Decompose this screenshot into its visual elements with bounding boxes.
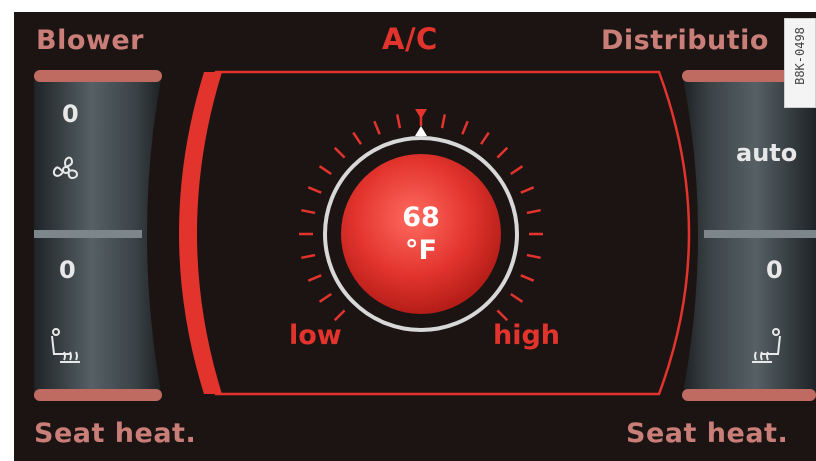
scale-tick: [510, 292, 524, 303]
scale-tick: [395, 114, 402, 129]
high-label: high: [493, 320, 561, 351]
scale-tick: [318, 292, 332, 303]
scale-tick: [307, 274, 322, 282]
scale-tick: [510, 165, 524, 176]
temperature-pointer: [415, 126, 427, 136]
scale-tick: [479, 131, 490, 145]
temperature-set-marker: [415, 109, 427, 119]
temperature-unit: °F: [405, 235, 437, 266]
scale-tick: [333, 309, 346, 322]
temperature-value: 68: [402, 202, 440, 233]
image-reference-tag: B8K-0498: [784, 18, 816, 108]
scale-tick: [526, 208, 541, 215]
seat-heat-left-value: 0: [59, 256, 76, 284]
climate-control-screen: Blower A/C Distributio Seat heat. Seat h…: [14, 12, 816, 461]
blower-value: 0: [62, 100, 79, 128]
scale-tick: [520, 274, 535, 282]
scale-tick: [496, 309, 509, 322]
scale-tick: [461, 120, 469, 135]
seat-heat-right-value: 0: [766, 256, 783, 284]
scale-tick: [520, 186, 535, 194]
temperature-level-bar: [179, 72, 222, 394]
scale-tick: [301, 208, 316, 215]
distribution-value: auto: [736, 139, 798, 167]
scale-tick: [318, 165, 332, 176]
low-label: low: [289, 320, 342, 351]
temperature-dial: [341, 154, 501, 314]
right-wheel[interactable]: [682, 70, 816, 401]
scale-tick: [333, 146, 346, 159]
image-reference-text: B8K-0498: [793, 27, 807, 85]
scale-tick: [373, 120, 381, 135]
scale-tick: [526, 253, 541, 260]
scale-tick: [496, 146, 509, 159]
scale-tick: [440, 114, 447, 129]
scale-tick: [301, 253, 316, 260]
scale-tick: [307, 186, 322, 194]
scale-tick: [352, 131, 363, 145]
